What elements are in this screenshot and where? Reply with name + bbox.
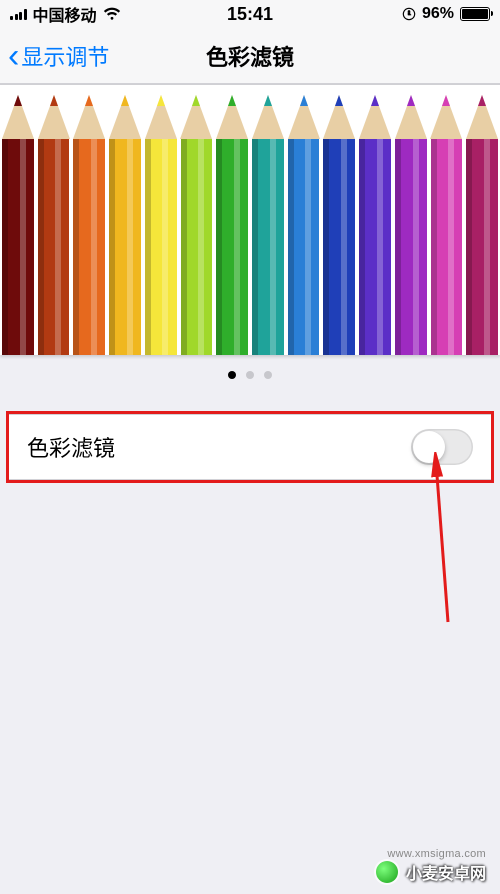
status-right: 96% (402, 5, 490, 23)
nav-bar: ‹ 显示调节 色彩滤镜 (0, 28, 500, 84)
pencil (357, 85, 393, 355)
preview-carousel[interactable] (0, 84, 500, 355)
rotation-lock-icon (402, 7, 416, 21)
settings-section: 色彩滤镜 (0, 411, 500, 483)
pencil (179, 85, 215, 355)
tutorial-highlight: 色彩滤镜 (6, 411, 494, 483)
switch-knob (413, 431, 445, 463)
status-left: 中国移动 (10, 2, 121, 26)
carrier-label: 中国移动 (33, 2, 97, 26)
pencil (250, 85, 286, 355)
toggle-wrap (411, 429, 473, 465)
pencil (36, 85, 72, 355)
chevron-left-icon: ‹ (8, 39, 21, 73)
battery-fill (462, 9, 488, 19)
watermark-logo-icon (376, 861, 398, 883)
screen: 中国移动 15:41 96% ‹ 显示调节 色彩滤镜 色彩滤镜 (0, 0, 500, 894)
row-label: 色彩滤镜 (27, 431, 115, 463)
watermark-text: 小麦安卓网 (406, 860, 486, 884)
page-title: 色彩滤镜 (206, 40, 294, 72)
pencil (321, 85, 357, 355)
status-bar: 中国移动 15:41 96% (0, 0, 500, 28)
color-filter-switch[interactable] (411, 429, 473, 465)
page-dot[interactable] (264, 371, 272, 379)
pencil (0, 85, 36, 355)
signal-icon (10, 8, 27, 20)
watermark: 小麦安卓网 (376, 860, 486, 884)
color-filter-row[interactable]: 色彩滤镜 (9, 414, 491, 480)
clock: 15:41 (227, 4, 273, 25)
pencil (429, 85, 465, 355)
back-label: 显示调节 (21, 40, 109, 72)
pencil (107, 85, 143, 355)
pencil (286, 85, 322, 355)
page-dot[interactable] (246, 371, 254, 379)
pencil (464, 85, 500, 355)
wifi-icon (103, 7, 121, 21)
back-button[interactable]: ‹ 显示调节 (8, 39, 109, 73)
pencils-preview (0, 85, 500, 355)
pencil (143, 85, 179, 355)
pencil (71, 85, 107, 355)
pencil (214, 85, 250, 355)
page-indicator[interactable] (0, 355, 500, 397)
page-dot[interactable] (228, 371, 236, 379)
pencil (393, 85, 429, 355)
battery-pct: 96% (422, 5, 454, 23)
battery-icon (460, 7, 490, 21)
watermark-url: www.xmsigma.com (387, 848, 486, 860)
